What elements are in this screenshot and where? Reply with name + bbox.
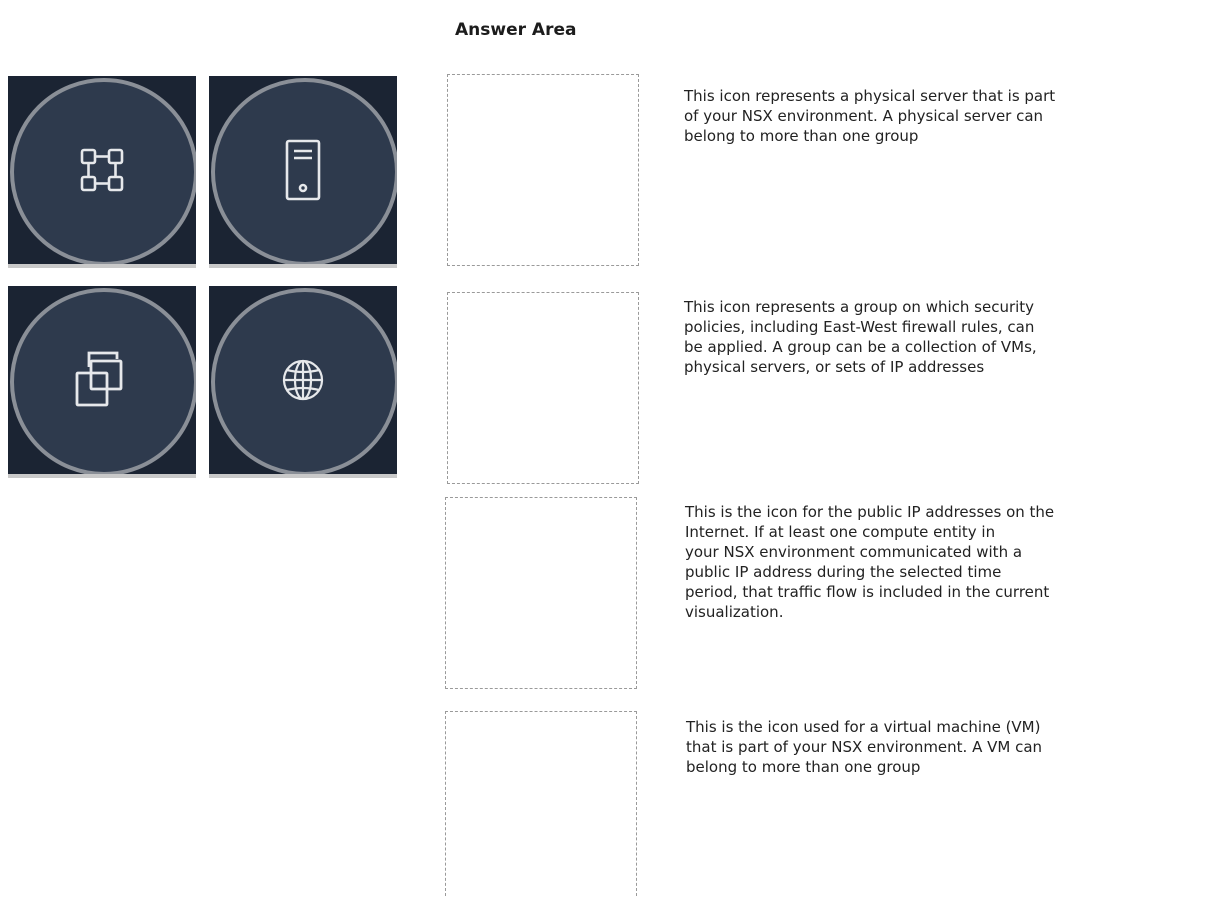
answer-dropzone-1[interactable] <box>447 74 639 266</box>
virtual-machine-icon <box>75 351 123 407</box>
answer-dropzone-2[interactable] <box>447 292 639 484</box>
statement-physical-server: This icon represents a physical server t… <box>684 87 1056 145</box>
statement-group: This icon represents a group on which se… <box>684 298 1037 376</box>
physical-server-icon <box>285 139 321 201</box>
draggable-tile-physical-server[interactable] <box>209 76 397 268</box>
draggable-tile-internet[interactable] <box>209 286 397 478</box>
answer-area-title: Answer Area <box>455 20 577 40</box>
draggable-tile-virtual-machine[interactable] <box>8 286 196 478</box>
group-icon <box>80 148 124 192</box>
statement-internet: This is the icon for the public IP addre… <box>685 503 1055 621</box>
answer-dropzone-3[interactable] <box>445 497 637 689</box>
answer-dropzone-4[interactable] <box>445 711 637 896</box>
statement-virtual-machine: This is the icon used for a virtual mach… <box>686 718 1043 776</box>
internet-globe-icon <box>282 359 324 401</box>
draggable-tile-group[interactable] <box>8 76 196 268</box>
